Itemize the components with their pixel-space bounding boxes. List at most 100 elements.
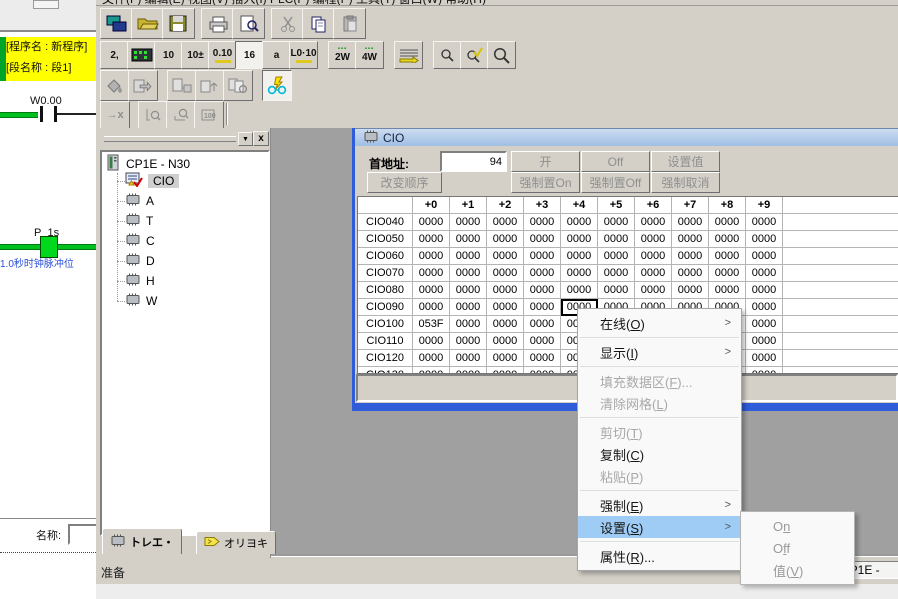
- memory-cell[interactable]: 0000: [413, 333, 450, 350]
- row-header[interactable]: CIO080: [358, 282, 413, 299]
- memory-cell[interactable]: 0000: [524, 214, 561, 231]
- memory-cell[interactable]: 0000: [487, 367, 524, 374]
- memory-cell[interactable]: 0000: [561, 282, 598, 299]
- memory-cell[interactable]: 0000: [746, 350, 783, 367]
- hex-display-button[interactable]: 16: [235, 41, 264, 69]
- memory-cell[interactable]: 0000: [672, 214, 709, 231]
- memory-cell[interactable]: 0000: [450, 265, 487, 282]
- memory-cell[interactable]: 0000: [413, 248, 450, 265]
- memory-cell[interactable]: 0000: [561, 265, 598, 282]
- memory-cell[interactable]: 0000: [450, 367, 487, 374]
- upload-from-plc-button[interactable]: [195, 70, 225, 101]
- memory-cell[interactable]: 0000: [635, 265, 672, 282]
- open-button[interactable]: [131, 8, 164, 39]
- menu-display[interactable]: 显示(I)>: [578, 341, 741, 363]
- off-button[interactable]: Off: [581, 151, 650, 172]
- cut-button[interactable]: [271, 8, 304, 39]
- memory-cell[interactable]: 0000: [635, 214, 672, 231]
- download-to-plc-button[interactable]: [167, 70, 197, 101]
- tree-item-h[interactable]: H: [125, 271, 155, 291]
- transfer-button[interactable]: [128, 70, 158, 101]
- print-button[interactable]: [201, 8, 234, 39]
- memory-cell[interactable]: 0000: [524, 282, 561, 299]
- print-preview-button[interactable]: [232, 8, 265, 39]
- menu-set[interactable]: 设置(S)>: [578, 516, 741, 538]
- memory-cell[interactable]: 0000: [672, 265, 709, 282]
- row-header[interactable]: CIO050: [358, 231, 413, 248]
- memory-cell[interactable]: 0000: [672, 248, 709, 265]
- memory-cell[interactable]: 0000: [450, 231, 487, 248]
- watch-add-button[interactable]: [166, 101, 196, 129]
- memory-cell[interactable]: 0000: [413, 367, 450, 374]
- cio-title-bar[interactable]: CIO: [355, 128, 898, 146]
- tree-item-cio[interactable]: CIO: [125, 171, 179, 191]
- force-cancel-button[interactable]: 强制取消: [651, 172, 720, 193]
- memory-cell[interactable]: 0000: [487, 350, 524, 367]
- tree-item-t[interactable]: T: [125, 211, 153, 231]
- contact1-left-bar[interactable]: [40, 106, 43, 122]
- memory-cell[interactable]: 0000: [413, 299, 450, 316]
- memory-cell[interactable]: 0000: [487, 299, 524, 316]
- memory-cell[interactable]: 0000: [746, 333, 783, 350]
- memory-cell[interactable]: 0000: [524, 333, 561, 350]
- row-header[interactable]: CIO070: [358, 265, 413, 282]
- menu-fill-data-area[interactable]: 填充数据区(F)...: [578, 370, 741, 392]
- address-order-button[interactable]: [394, 41, 423, 69]
- menu-copy[interactable]: 复制(C): [578, 443, 741, 465]
- panel-close-button[interactable]: x: [253, 131, 269, 146]
- memory-cell[interactable]: 0000: [598, 231, 635, 248]
- signed-float-display-button[interactable]: L0·10: [289, 41, 318, 69]
- memory-cell[interactable]: 0000: [413, 350, 450, 367]
- memory-cell[interactable]: 0000: [487, 248, 524, 265]
- menu-cut[interactable]: 剪切(T): [578, 421, 741, 443]
- memory-cell[interactable]: 0000: [450, 282, 487, 299]
- binary-monitor-button[interactable]: [127, 41, 156, 69]
- memory-cell[interactable]: 0000: [487, 282, 524, 299]
- panel-grip[interactable]: [104, 136, 236, 142]
- force-set-on-button[interactable]: 强制置On: [511, 172, 580, 193]
- memory-cell[interactable]: 0000: [709, 231, 746, 248]
- row-header[interactable]: CIO090: [358, 299, 413, 316]
- tab-memory[interactable]: トレエ・: [102, 528, 182, 554]
- tree-item-a[interactable]: A: [125, 191, 154, 211]
- memory-cell[interactable]: 0000: [450, 299, 487, 316]
- memory-cell[interactable]: 0000: [746, 282, 783, 299]
- tab-address[interactable]: オリヨキ: [196, 531, 276, 554]
- menu-clear-grid[interactable]: 清除网格(L): [578, 392, 741, 414]
- panel-dropdown-button[interactable]: ▼: [238, 132, 253, 146]
- row-header[interactable]: CIO120: [358, 350, 413, 367]
- memory-cell[interactable]: 0000: [561, 214, 598, 231]
- memory-cell[interactable]: 0000: [487, 316, 524, 333]
- memory-cell[interactable]: 0000: [487, 214, 524, 231]
- float-display-button[interactable]: 0.10: [208, 41, 237, 69]
- memory-cell[interactable]: 0000: [672, 231, 709, 248]
- memory-cell[interactable]: 0000: [524, 299, 561, 316]
- memory-cell[interactable]: 0000: [450, 248, 487, 265]
- menu-force[interactable]: 强制(E)>: [578, 494, 741, 516]
- memory-cell[interactable]: 0000: [746, 214, 783, 231]
- zoom-out-button[interactable]: [433, 41, 462, 69]
- submenu-off[interactable]: Off: [741, 537, 854, 559]
- submenu-on[interactable]: On: [741, 515, 854, 537]
- menu-properties[interactable]: 属性(R)...: [578, 545, 741, 567]
- memory-cell[interactable]: 0000: [598, 265, 635, 282]
- memory-cell[interactable]: 0000: [746, 231, 783, 248]
- on-button[interactable]: 开: [511, 151, 580, 172]
- zoom-in-button[interactable]: [487, 41, 516, 69]
- memory-cell[interactable]: 0000: [635, 231, 672, 248]
- memory-cell[interactable]: 0000: [450, 316, 487, 333]
- memory-cell[interactable]: 0000: [598, 282, 635, 299]
- memory-cell[interactable]: 0000: [450, 333, 487, 350]
- watch-value-button[interactable]: 100: [194, 101, 224, 129]
- tree-item-c[interactable]: C: [125, 231, 155, 251]
- memory-cell[interactable]: 0000: [672, 282, 709, 299]
- memory-cell[interactable]: 0000: [450, 350, 487, 367]
- menu-bar[interactable]: 文件(F) 编辑(E) 视图(V) 插入(I) PLC(P) 编程(P) 工具(…: [96, 0, 898, 6]
- memory-cell[interactable]: 0000: [635, 248, 672, 265]
- memory-cell[interactable]: 0000: [561, 231, 598, 248]
- memory-cell[interactable]: 0000: [524, 350, 561, 367]
- decimal-display-button[interactable]: 10: [154, 41, 183, 69]
- two-word-button[interactable]: ▪▪▪2W: [328, 41, 357, 69]
- row-header[interactable]: CIO040: [358, 214, 413, 231]
- memory-cell[interactable]: 0000: [598, 214, 635, 231]
